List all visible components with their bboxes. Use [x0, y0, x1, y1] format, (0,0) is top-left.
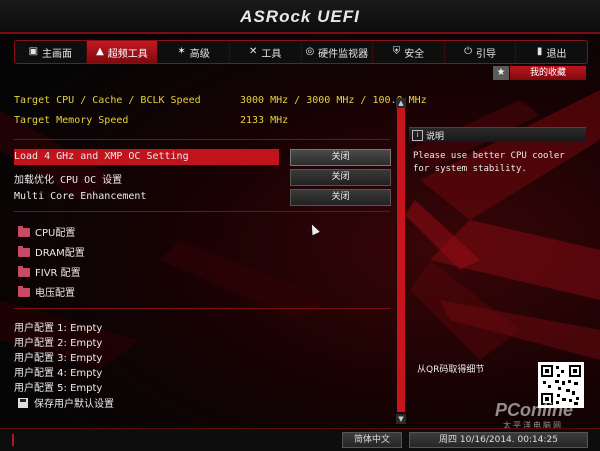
submenu-label: CPU配置	[35, 228, 76, 239]
tab-label: 硬件监视器	[318, 48, 369, 60]
submenu-cpu-config[interactable]: CPU配置	[18, 224, 75, 239]
save-user-defaults-label: 保存用户默认设置	[34, 399, 114, 410]
submenu-fivr-config[interactable]: FIVR 配置	[18, 264, 81, 279]
monitor-icon: ◎	[305, 46, 315, 57]
user-profile-2[interactable]: 用户配置 2: Empty	[14, 334, 102, 349]
flame-icon: ▲	[96, 46, 104, 57]
option-multi-core-enhancement-value[interactable]: 关闭	[290, 189, 391, 206]
home-icon: ▣	[28, 46, 39, 57]
description-header: i 说明	[409, 127, 586, 142]
user-profile-4[interactable]: 用户配置 4: Empty	[14, 364, 102, 379]
submenu-label: DRAM配置	[35, 248, 85, 259]
exit-icon: ▮	[536, 46, 543, 57]
main-tab-bar: ▣ 主画面 ▲ 超频工具 ✶ 高级 ✕ 工具 ◎ 硬件监视器 ⛨ 安全 ⏻ 引导 ▮ 退出	[14, 40, 588, 64]
option-optimized-cpu-oc[interactable]: 加载优化 CPU OC 设置	[14, 171, 122, 186]
folder-icon	[18, 266, 30, 277]
star-icon[interactable]: ★	[493, 66, 509, 80]
tab-label: 超频工具	[107, 48, 148, 60]
tab-boot[interactable]: ⏻ 引导	[445, 41, 517, 63]
submenu-label: 电压配置	[35, 288, 75, 299]
user-profile-1[interactable]: 用户配置 1: Empty	[14, 319, 102, 334]
submenu-label: FIVR 配置	[35, 268, 81, 279]
tab-security[interactable]: ⛨ 安全	[373, 41, 445, 63]
footer-bar: 简体中文 周四 10/16/2014. 00:14:25	[0, 428, 600, 451]
info-icon: i	[412, 130, 423, 141]
qr-label: 从QR码取得细节	[417, 365, 485, 375]
tab-label: 退出	[546, 48, 567, 60]
save-icon	[18, 398, 28, 408]
tab-advanced[interactable]: ✶ 高级	[158, 41, 230, 63]
description-text: Please use better CPU cooler for system …	[413, 151, 565, 174]
tab-label: 主画面	[42, 48, 73, 60]
scroll-up-icon[interactable]: ▲	[396, 98, 406, 108]
tab-label: 高级	[189, 48, 210, 60]
favorites-button[interactable]: 我的收藏	[510, 66, 586, 80]
tab-tools[interactable]: ✕ 工具	[230, 41, 302, 63]
tab-exit[interactable]: ▮ 退出	[516, 41, 587, 63]
save-user-defaults[interactable]: 保存用户默认设置	[14, 395, 114, 410]
submenu-voltage-config[interactable]: 电压配置	[18, 284, 75, 299]
footer-marker	[12, 434, 14, 446]
divider	[14, 139, 390, 140]
option-optimized-cpu-oc-value[interactable]: 关闭	[290, 169, 391, 186]
shield-icon: ⛨	[392, 46, 401, 57]
divider	[14, 308, 390, 309]
folder-icon	[18, 226, 30, 237]
watermark-logo: PConline	[495, 400, 574, 420]
user-profile-3[interactable]: 用户配置 3: Empty	[14, 349, 102, 364]
description-title: 说明	[426, 132, 445, 142]
option-multi-core-enhancement[interactable]: Multi Core Enhancement	[14, 191, 146, 202]
header-divider	[0, 32, 600, 34]
star-icon: ✶	[177, 46, 186, 57]
user-profile-5[interactable]: 用户配置 5: Empty	[14, 379, 102, 394]
tab-oc-tweaker[interactable]: ▲ 超频工具	[86, 41, 159, 63]
folder-icon	[18, 286, 30, 297]
brand-logo: ASRock UEFI	[240, 7, 360, 26]
scrollbar-thumb[interactable]	[397, 108, 405, 412]
target-memory-speed-value: 2133 MHz	[240, 115, 289, 126]
target-memory-speed-label: Target Memory Speed	[14, 115, 129, 126]
folder-icon	[18, 246, 30, 257]
target-cpu-speed-label: Target CPU / Cache / BCLK Speed	[14, 95, 201, 106]
scroll-down-icon[interactable]: ▼	[396, 414, 406, 424]
tab-main[interactable]: ▣ 主画面	[15, 41, 87, 63]
submenu-dram-config[interactable]: DRAM配置	[18, 244, 85, 259]
power-icon: ⏻	[464, 46, 473, 57]
tools-icon: ✕	[248, 46, 258, 57]
top-header: ASRock UEFI	[0, 0, 600, 34]
date-time-display[interactable]: 周四 10/16/2014. 00:14:25	[409, 432, 588, 448]
option-load-4ghz-xmp[interactable]: Load 4 GHz and XMP OC Setting	[14, 151, 189, 162]
tab-label: 安全	[404, 48, 425, 60]
option-load-4ghz-xmp-value[interactable]: 关闭	[290, 149, 391, 166]
tab-label: 引导	[476, 48, 497, 60]
divider	[14, 211, 390, 212]
tab-hardware-monitor[interactable]: ◎ 硬件监视器	[302, 41, 374, 63]
tab-label: 工具	[261, 48, 282, 60]
language-button[interactable]: 简体中文	[342, 432, 402, 448]
